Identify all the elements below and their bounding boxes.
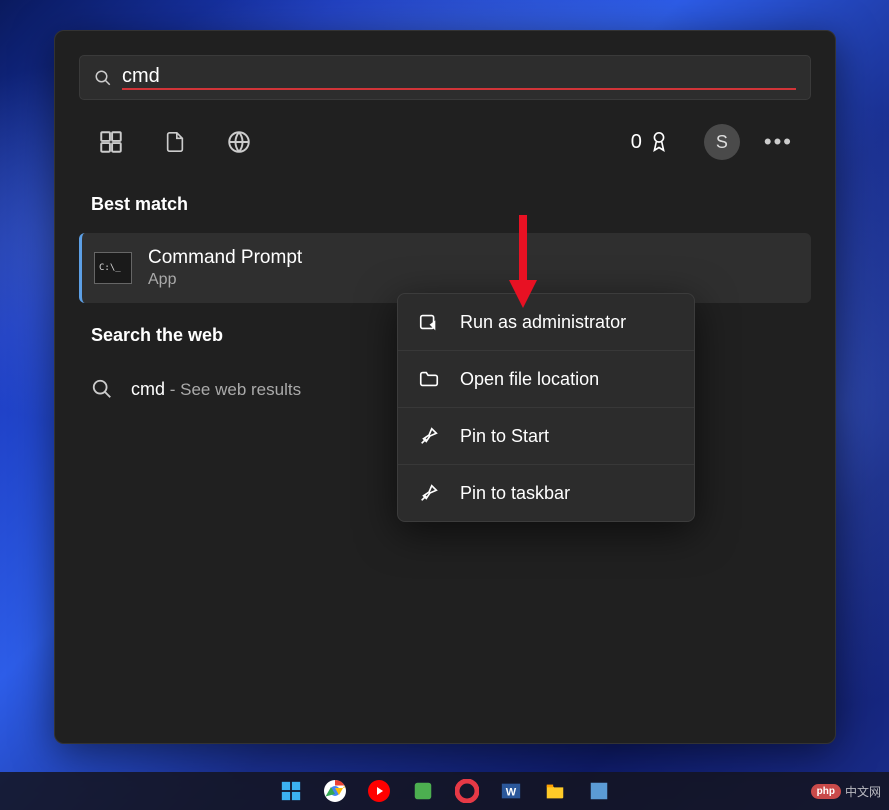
context-menu: Run as administrator Open file location … [397, 293, 695, 522]
user-avatar[interactable]: S [704, 124, 740, 160]
taskbar: W [0, 772, 889, 810]
chrome-icon[interactable] [322, 778, 348, 804]
watermark: php 中文网 [811, 783, 881, 800]
menu-item-run-as-admin[interactable]: Run as administrator [398, 294, 694, 351]
menu-item-pin-taskbar[interactable]: Pin to taskbar [398, 465, 694, 521]
app-circle-icon[interactable] [454, 778, 480, 804]
menu-item-pin-start[interactable]: Pin to Start [398, 408, 694, 465]
app-blue-icon[interactable] [586, 778, 612, 804]
app-green-icon[interactable] [410, 778, 436, 804]
web-suffix: - See web results [165, 380, 301, 399]
search-icon [94, 69, 112, 87]
folder-icon [418, 368, 440, 390]
annotation-arrow [503, 210, 543, 310]
best-match-heading: Best match [79, 172, 811, 233]
search-input[interactable] [122, 65, 796, 90]
menu-item-open-location[interactable]: Open file location [398, 351, 694, 408]
pin-icon [418, 482, 440, 504]
result-subtitle: App [148, 271, 799, 289]
svg-text:W: W [505, 787, 516, 799]
command-prompt-icon [94, 252, 132, 284]
documents-filter-icon[interactable] [161, 128, 189, 156]
start-button[interactable] [278, 778, 304, 804]
web-term: cmd [131, 379, 165, 399]
rewards-indicator[interactable]: 0 [631, 129, 670, 155]
pin-icon [418, 425, 440, 447]
rewards-count: 0 [631, 131, 642, 154]
result-title: Command Prompt [148, 247, 799, 269]
admin-shield-icon [418, 311, 440, 333]
search-bar[interactable] [79, 55, 811, 100]
apps-filter-icon[interactable] [97, 128, 125, 156]
more-options-button[interactable]: ••• [764, 129, 793, 155]
rewards-icon [648, 129, 670, 155]
filter-row: 0 S ••• [79, 100, 811, 172]
word-icon[interactable]: W [498, 778, 524, 804]
web-filter-icon[interactable] [225, 128, 253, 156]
search-icon [91, 378, 113, 400]
file-explorer-icon[interactable] [542, 778, 568, 804]
youtube-music-icon[interactable] [366, 778, 392, 804]
